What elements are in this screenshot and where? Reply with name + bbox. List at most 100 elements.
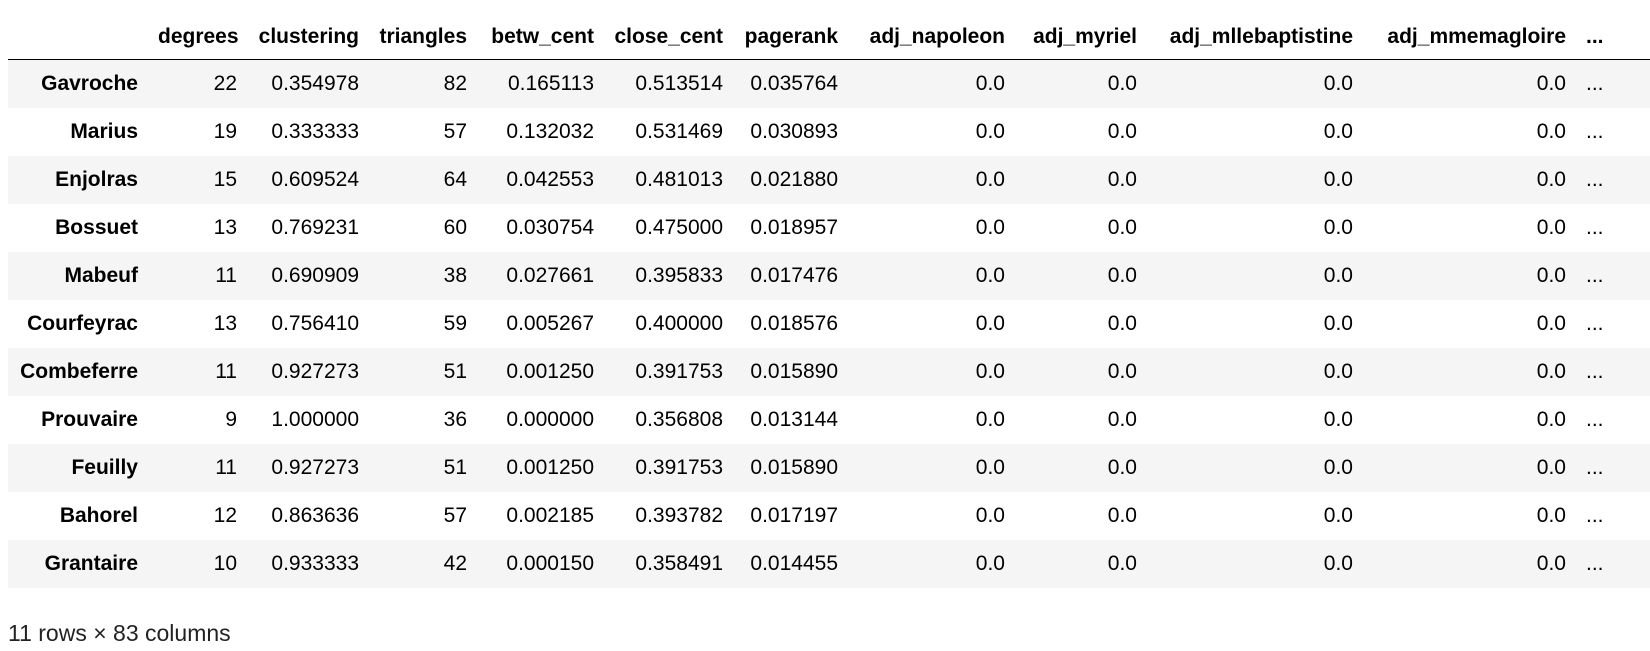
table-cell: 0.027661	[506, 263, 594, 287]
table-cell: 0.333333	[271, 119, 359, 143]
header-row: degrees clustering triangles betw_cent c…	[8, 14, 1650, 60]
table-cell: 0.690909	[271, 263, 359, 287]
row-index-label: Mabeuf	[64, 263, 139, 287]
row-index-label: Grantaire	[44, 551, 138, 575]
table-cell: 0.018957	[750, 215, 838, 239]
table-cell: 0.017197	[750, 503, 838, 527]
table-cell: 0.0	[1323, 167, 1353, 191]
table-cell: 0.017476	[750, 263, 838, 287]
table-cell: 0.0	[975, 215, 1005, 239]
table-cell-ellipsis: ...	[1586, 119, 1604, 143]
column-header: adj_myriel	[1015, 14, 1147, 60]
column-header-ellipsis: ...	[1576, 14, 1650, 60]
dataframe-table: degrees clustering triangles betw_cent c…	[8, 14, 1650, 588]
table-cell: 22	[213, 71, 237, 95]
table-cell: 15	[213, 167, 237, 191]
table-cell: 60	[443, 215, 467, 239]
table-cell: 57	[443, 119, 467, 143]
table-cell: 0.0	[975, 359, 1005, 383]
table-cell: 0.002185	[506, 503, 594, 527]
table-cell: 0.0	[1107, 359, 1137, 383]
table-cell: 0.0	[1536, 263, 1566, 287]
table-row: Courfeyrac 13 0.756410 59 0.005267 0.400000 0.…	[8, 300, 1650, 348]
table-cell: 0.0	[1107, 263, 1137, 287]
table-cell: 0.030754	[506, 215, 594, 239]
table-cell: 0.001250	[506, 455, 594, 479]
column-header: pagerank	[733, 14, 848, 60]
column-header: adj_mllebaptistine	[1147, 14, 1363, 60]
table-cell-ellipsis: ...	[1586, 551, 1604, 575]
row-index-label: Enjolras	[55, 167, 138, 191]
table-cell: 0.015890	[750, 455, 838, 479]
table-cell: 0.475000	[635, 215, 723, 239]
table-cell: 0.0	[1107, 455, 1137, 479]
column-header: degrees	[148, 14, 247, 60]
column-header: betw_cent	[477, 14, 604, 60]
table-cell: 0.354978	[271, 71, 359, 95]
table-row: Bahorel 12 0.863636 57 0.002185 0.393782 0.017…	[8, 492, 1650, 540]
table-cell: 0.013144	[750, 407, 838, 431]
table-cell: 0.933333	[271, 551, 359, 575]
table-row: Grantaire 10 0.933333 42 0.000150 0.358491 0.0…	[8, 539, 1650, 588]
table-row: Bossuet 13 0.769231 60 0.030754 0.475000 0.018…	[8, 204, 1650, 252]
table-cell: 0.0	[1536, 215, 1566, 239]
table-cell-ellipsis: ...	[1586, 215, 1604, 239]
table-cell-ellipsis: ...	[1586, 71, 1604, 95]
table-cell: 0.030893	[750, 119, 838, 143]
table-cell: 0.395833	[635, 263, 723, 287]
table-cell: 0.165113	[507, 71, 594, 95]
table-cell: 0.0	[975, 503, 1005, 527]
table-cell: 0.021880	[750, 167, 838, 191]
table-cell: 0.0	[975, 407, 1005, 431]
table-cell: 51	[443, 359, 467, 383]
table-cell: 0.400000	[635, 311, 723, 335]
row-index-label: Bahorel	[59, 503, 138, 527]
row-index-label: Feuilly	[71, 455, 138, 479]
table-cell: 10	[213, 551, 237, 575]
table-cell: 0.0	[975, 551, 1005, 575]
table-cell: 0.0	[975, 71, 1005, 95]
table-cell: 0.0	[1107, 71, 1137, 95]
table-cell: 0.000000	[506, 407, 594, 431]
table-cell: 0.0	[1107, 119, 1137, 143]
row-index-label: Prouvaire	[41, 407, 138, 431]
table-cell: 0.0	[1323, 359, 1353, 383]
table-cell: 0.391753	[635, 359, 723, 383]
column-header: adj_mmemagloire	[1363, 14, 1576, 60]
table-cell: 0.0	[1323, 215, 1353, 239]
table-cell: 0.0	[975, 455, 1005, 479]
table-cell: 0.0	[1536, 407, 1566, 431]
table-cell: 0.000150	[506, 551, 594, 575]
table-cell: 0.0	[1536, 167, 1566, 191]
table-cell-ellipsis: ...	[1586, 167, 1604, 191]
table-cell: 0.0	[975, 167, 1005, 191]
table-cell: 13	[213, 311, 237, 335]
table-cell: 0.0	[1107, 215, 1137, 239]
table-cell: 0.0	[1107, 407, 1137, 431]
table-cell: 0.0	[1107, 503, 1137, 527]
table-cell: 0.0	[1323, 503, 1353, 527]
table-cell: 0.0	[1323, 311, 1353, 335]
table-cell: 82	[443, 71, 467, 95]
table-cell-ellipsis: ...	[1586, 311, 1604, 335]
row-index-label: Bossuet	[55, 215, 138, 239]
table-cell: 0.0	[975, 311, 1005, 335]
table-cell-ellipsis: ...	[1586, 359, 1604, 383]
row-index-label: Courfeyrac	[27, 311, 138, 335]
table-cell: 0.005267	[506, 311, 594, 335]
table-cell: 1.000000	[271, 407, 359, 431]
table-cell: 0.0	[975, 119, 1005, 143]
row-index-label: Marius	[70, 119, 138, 143]
table-cell: 9	[225, 407, 237, 431]
table-cell: 0.393782	[635, 503, 723, 527]
table-row: Prouvaire 9 1.000000 36 0.000000 0.356808 0.01…	[8, 396, 1650, 444]
table-cell: 42	[443, 551, 467, 575]
table-cell: 38	[443, 263, 467, 287]
table-row: Feuilly 11 0.927273 51 0.001250 0.391753 0.015…	[8, 443, 1650, 492]
table-row: Marius 19 0.333333 57 0.132032 0.531469 0.0308…	[8, 108, 1650, 156]
table-cell: 0.531469	[635, 119, 723, 143]
table-cell: 0.001250	[506, 359, 594, 383]
table-cell: 0.769231	[271, 215, 359, 239]
table-cell: 12	[213, 503, 237, 527]
table-cell: 0.481013	[635, 167, 723, 191]
